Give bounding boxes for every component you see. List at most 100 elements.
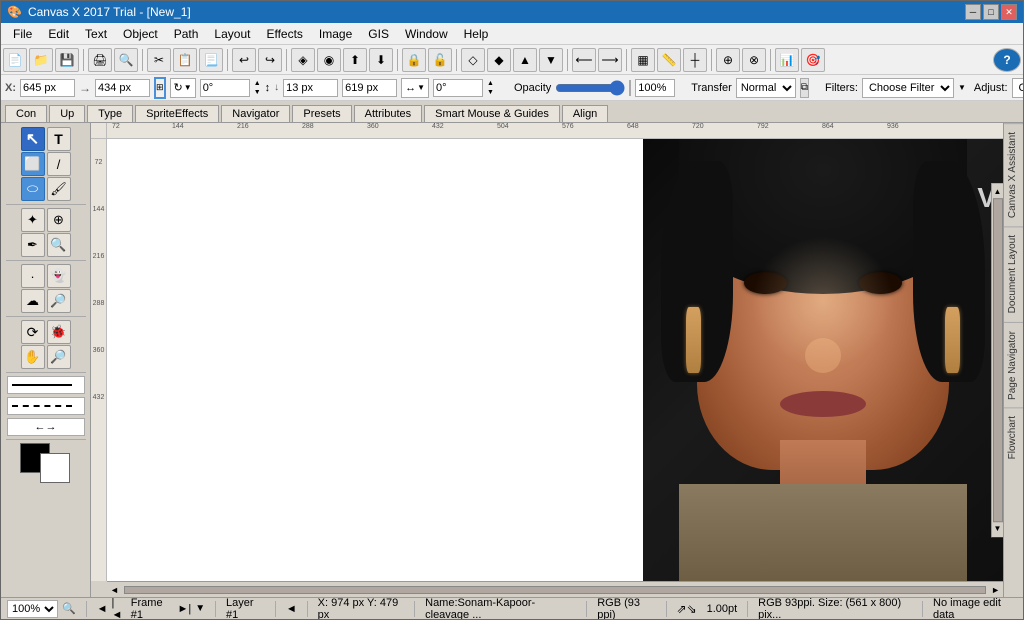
flip-dropdown[interactable]: ↔ ▼: [401, 78, 429, 98]
adjust-select[interactable]: Choose Filter: [1012, 78, 1024, 98]
unlock-button[interactable]: 🔓: [428, 48, 452, 72]
arrow-style-picker[interactable]: ←→: [7, 418, 85, 436]
scroll-down-icon[interactable]: ▼: [994, 524, 1002, 533]
width-input[interactable]: [95, 79, 150, 97]
align-left-button[interactable]: ⟵: [572, 48, 596, 72]
angle2-up-down[interactable]: ▲ ▼: [487, 79, 494, 97]
line-style-picker[interactable]: [7, 376, 85, 394]
angle-up-down[interactable]: ▲ ▼: [254, 79, 261, 97]
canvas-area[interactable]: V ▲ ▼: [107, 139, 1003, 581]
h-input[interactable]: [342, 79, 397, 97]
menu-effects[interactable]: Effects: [258, 25, 310, 43]
menu-file[interactable]: File: [5, 25, 40, 43]
tab-attributes[interactable]: Attributes: [354, 105, 422, 122]
ruler-button[interactable]: 📏: [657, 48, 681, 72]
guide-button[interactable]: ┼: [683, 48, 707, 72]
lock-button[interactable]: 🔒: [402, 48, 426, 72]
dash-style-picker[interactable]: [7, 397, 85, 415]
menu-image[interactable]: Image: [311, 25, 360, 43]
help-button[interactable]: ?: [993, 48, 1021, 72]
menu-layout[interactable]: Layout: [206, 25, 258, 43]
tab-con[interactable]: Con: [5, 105, 47, 122]
paste-button[interactable]: 📃: [199, 48, 223, 72]
rotate-img-btn[interactable]: ⟳: [21, 320, 45, 344]
symbol3-button[interactable]: ▲: [513, 48, 537, 72]
flowchart-tab[interactable]: Flowchart: [1004, 407, 1023, 467]
v-scrollbar[interactable]: ▲ ▼: [991, 183, 1003, 537]
symbol2-button[interactable]: ◆: [487, 48, 511, 72]
pan-tool-btn[interactable]: ✋: [21, 345, 45, 369]
canvas-assist-button[interactable]: 🎯: [801, 48, 825, 72]
ellipse-tool-btn[interactable]: ⬭: [21, 177, 45, 201]
redo-button[interactable]: ↪: [258, 48, 282, 72]
grid-button[interactable]: ▦: [631, 48, 655, 72]
tab-up[interactable]: Up: [49, 105, 85, 122]
rotate-dropdown[interactable]: ↻ ▼: [170, 78, 196, 98]
tab-smart-mouse[interactable]: Smart Mouse & Guides: [424, 105, 560, 122]
chart-button[interactable]: 📊: [775, 48, 799, 72]
menu-gis[interactable]: GIS: [360, 25, 397, 43]
scroll-up-icon[interactable]: ▲: [994, 187, 1002, 196]
document-layout-tab[interactable]: Document Layout: [1004, 226, 1023, 321]
node-tool-btn[interactable]: ✦: [21, 208, 45, 232]
ghost-tool-btn[interactable]: 👻: [47, 264, 71, 288]
print-preview-button[interactable]: 🔍: [114, 48, 138, 72]
spray-tool-btn[interactable]: ·: [21, 264, 45, 288]
symbol-button[interactable]: ◇: [461, 48, 485, 72]
tab-sprite-effects[interactable]: SpriteEffects: [135, 105, 219, 122]
h-scrollbar[interactable]: ◄ ►: [107, 581, 1003, 597]
open-button[interactable]: 📁: [29, 48, 53, 72]
front-button[interactable]: ⬆: [343, 48, 367, 72]
magnify-zoom-btn[interactable]: 🔎: [47, 289, 71, 313]
menu-path[interactable]: Path: [166, 25, 207, 43]
x-input[interactable]: [20, 79, 75, 97]
rect-tool-btn[interactable]: ⬜: [21, 152, 45, 176]
crosshair-tool-btn[interactable]: ⊕: [47, 208, 71, 232]
smudge-tool-btn[interactable]: ☁: [21, 289, 45, 313]
frame-first-btn[interactable]: |◄: [112, 597, 123, 620]
symbol4-button[interactable]: ▼: [539, 48, 563, 72]
canvas-assistant-tab[interactable]: Canvas X Assistant: [1004, 123, 1023, 226]
scroll-right-icon[interactable]: ►: [988, 585, 1003, 595]
menu-edit[interactable]: Edit: [40, 25, 77, 43]
paint-tool-btn[interactable]: 🖌: [47, 177, 71, 201]
print-button[interactable]: 🖨: [88, 48, 112, 72]
tab-type[interactable]: Type: [87, 105, 133, 122]
new-button[interactable]: 📄: [3, 48, 27, 72]
pencil-tool-btn[interactable]: /: [47, 152, 71, 176]
angle1-input[interactable]: [200, 79, 250, 97]
copy-button[interactable]: 📋: [173, 48, 197, 72]
snap2-button[interactable]: ⊗: [742, 48, 766, 72]
zoom-icon[interactable]: 🔍: [62, 602, 76, 615]
menu-help[interactable]: Help: [456, 25, 497, 43]
frame-last-btn[interactable]: ▼: [195, 603, 205, 614]
trace-btn[interactable]: 🐞: [47, 320, 71, 344]
maximize-button[interactable]: □: [983, 4, 999, 20]
align-right-button[interactable]: ⟶: [598, 48, 622, 72]
y-input[interactable]: [283, 79, 338, 97]
opacity-slider[interactable]: [555, 82, 625, 94]
tab-align[interactable]: Align: [562, 105, 608, 122]
h-scroll-thumb[interactable]: [124, 586, 986, 594]
menu-object[interactable]: Object: [115, 25, 166, 43]
save-button[interactable]: 💾: [55, 48, 79, 72]
menu-window[interactable]: Window: [397, 25, 456, 43]
transfer-select[interactable]: Normal Multiply Screen: [736, 78, 796, 98]
frame-next-btn[interactable]: ►|: [177, 603, 191, 615]
zoom-lasso-btn[interactable]: 🔍: [47, 233, 71, 257]
frame-prev-btn[interactable]: ◄: [97, 603, 108, 615]
ungroup-button[interactable]: ◉: [317, 48, 341, 72]
tab-navigator[interactable]: Navigator: [221, 105, 290, 122]
close-button[interactable]: ✕: [1001, 4, 1017, 20]
calligraphy-tool-btn[interactable]: ✒: [21, 233, 45, 257]
opacity-input[interactable]: [635, 79, 675, 97]
snap-button[interactable]: ⊕: [716, 48, 740, 72]
cut-button[interactable]: ✂: [147, 48, 171, 72]
tab-presets[interactable]: Presets: [292, 105, 351, 122]
page-navigator-tab[interactable]: Page Navigator: [1004, 322, 1023, 408]
zoom-out-btn[interactable]: 🔎: [47, 345, 71, 369]
filters-select[interactable]: Choose Filter: [862, 78, 954, 98]
back-button[interactable]: ⬇: [369, 48, 393, 72]
scroll-left-icon[interactable]: ◄: [107, 585, 122, 595]
undo-button[interactable]: ↩: [232, 48, 256, 72]
